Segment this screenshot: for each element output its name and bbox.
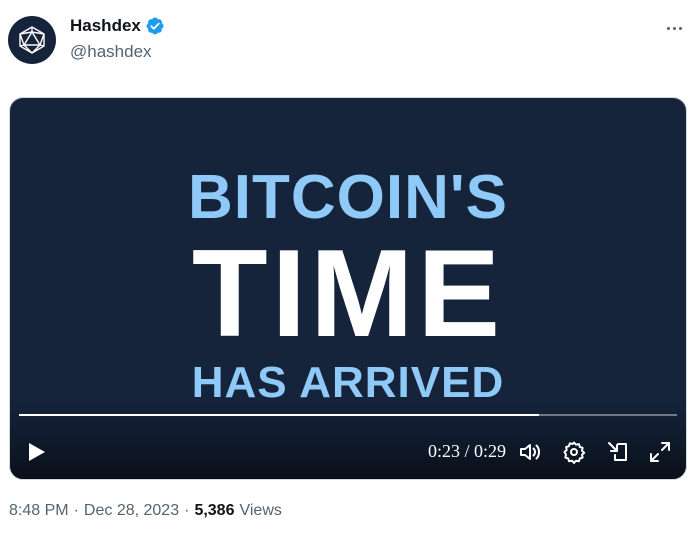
tweet-date[interactable]: Dec 28, 2023 — [84, 502, 179, 520]
fullscreen-icon[interactable] — [648, 440, 672, 464]
more-horizontal-icon — [666, 26, 670, 30]
separator: · — [184, 502, 190, 519]
time-display: 0:23 / 0:29 — [427, 441, 506, 461]
video-title-line2: TIME — [191, 225, 505, 363]
more-options-button[interactable] — [662, 18, 686, 38]
video-player[interactable]: BITCOIN'S TIME HAS ARRIVED 0:23 / 0:29 — [9, 97, 687, 480]
tweet-meta: 8:48 PM · Dec 28, 2023 · 5,386 Views — [9, 502, 282, 520]
controls-overlay — [10, 399, 686, 479]
play-icon[interactable] — [24, 440, 48, 464]
separator: · — [73, 502, 79, 519]
progress-bar[interactable] — [19, 414, 677, 416]
views-label: Views — [239, 502, 282, 519]
video-title-line1: BITCOIN'S — [188, 163, 508, 232]
tweet-time[interactable]: 8:48 PM — [9, 502, 69, 520]
author-name[interactable]: Hashdex — [70, 16, 141, 36]
avatar[interactable] — [8, 16, 56, 64]
views-count: 5,386 — [194, 502, 235, 519]
author-name-row: Hashdex — [70, 16, 165, 36]
settings-icon[interactable] — [562, 440, 586, 464]
icosahedron-logo-icon — [19, 26, 45, 54]
volume-icon[interactable] — [518, 440, 542, 464]
verified-badge-icon[interactable] — [145, 16, 165, 36]
progress-fill — [19, 414, 539, 416]
author-handle[interactable]: @hashdex — [70, 42, 152, 62]
dock-icon[interactable] — [606, 440, 630, 464]
